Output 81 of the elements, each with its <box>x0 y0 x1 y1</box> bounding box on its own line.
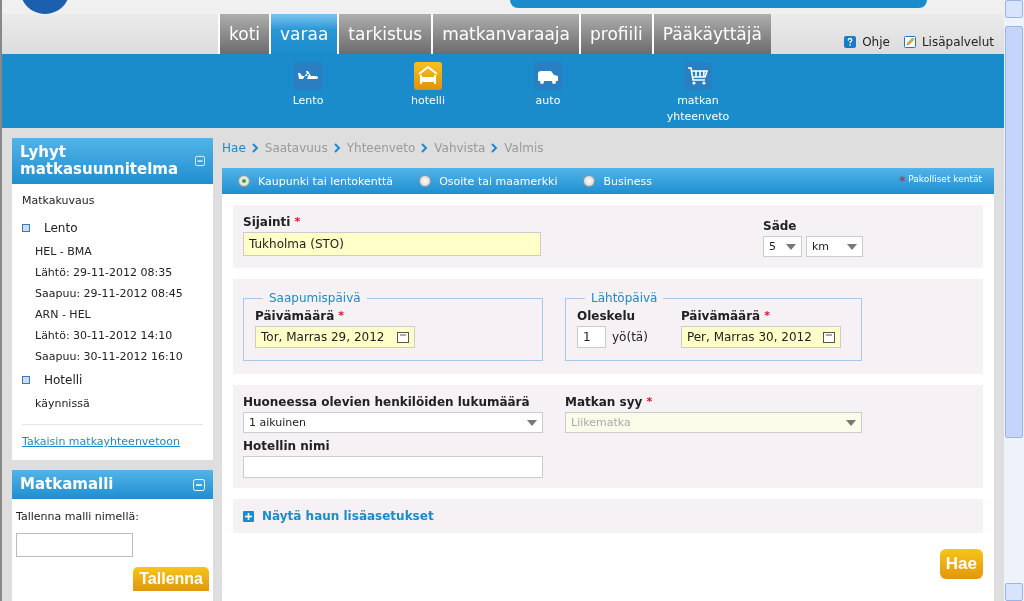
service-link[interactable]: auto <box>508 54 588 128</box>
caret-icon <box>846 419 856 426</box>
guests-select[interactable]: 1 aikuinen <box>243 412 543 433</box>
nav-tab[interactable]: matkanvaraaja <box>431 14 579 54</box>
nav-tab[interactable]: koti <box>218 14 270 54</box>
required-mark: * <box>294 215 301 228</box>
summary-line: Lähtö: 29-11-2012 08:35 <box>34 265 174 281</box>
field-label: Sijainti * <box>243 215 302 229</box>
field-label: Huoneessa olevien henkilöiden lukumäärä <box>243 395 531 409</box>
location-field[interactable]: Tukholma (STO) <box>243 232 541 256</box>
header-link[interactable]: Lisäpalvelut <box>903 35 994 49</box>
group-legend: Saapumispäivä <box>263 291 367 305</box>
collapse-icon[interactable] <box>193 478 205 491</box>
radio-label[interactable]: Osoite tai maamerkki <box>439 174 558 188</box>
collapse-icon[interactable] <box>194 155 205 167</box>
service-link[interactable]: hotelli <box>388 54 468 128</box>
back-link[interactable]: Takaisin matkayhteenvetoon <box>22 435 180 448</box>
summary-line: käynnissä <box>34 396 91 412</box>
field-label: Hotellin nimi <box>243 439 331 453</box>
service-link[interactable]: Lento <box>268 54 348 128</box>
nav-tab[interactable]: tarkistus <box>337 14 432 54</box>
breadcrumb-step: Vahvista <box>434 141 486 155</box>
field-label: Päivämäärä * <box>680 309 771 323</box>
date-field[interactable]: Tor, Marras 29, 2012 <box>255 326 415 348</box>
help-icon <box>844 36 857 48</box>
field-label: Tallenna malli nimellä: <box>16 510 139 523</box>
chevron-icon <box>421 143 429 153</box>
hotel-name-field[interactable] <box>243 456 543 478</box>
pencil-icon <box>903 36 916 48</box>
summary-line: HEL - BMA <box>34 244 93 260</box>
header-link[interactable]: Ohje <box>844 35 890 49</box>
chevron-icon <box>251 143 259 153</box>
required-note: * Pakolliset kentät <box>898 174 982 188</box>
unit-select[interactable]: km <box>806 236 863 257</box>
date-field[interactable]: Per, Marras 30, 2012 <box>680 326 841 348</box>
unit-label: yö(tä) <box>612 330 648 344</box>
field-label: Päivämäärä * <box>255 309 346 323</box>
breadcrumb-step: Yhteenveto <box>346 141 416 155</box>
calendar-icon[interactable] <box>822 331 835 343</box>
summary-line: Lähtö: 30-11-2012 14:10 <box>34 328 174 344</box>
nav-tab[interactable]: Pääkäyttäjä <box>651 14 771 54</box>
summary-heading: Matkakuvaus <box>22 193 96 209</box>
search-button[interactable]: Hae <box>939 549 983 579</box>
bullet-icon <box>22 224 30 232</box>
breadcrumb-step: Valmis <box>504 141 544 155</box>
service-link[interactable]: matkan yhteenveto <box>658 54 738 128</box>
radio-button[interactable] <box>238 175 250 187</box>
bullet-icon <box>22 376 30 384</box>
breadcrumb-step: Saatavuus <box>264 141 328 155</box>
required-mark: * <box>338 309 345 322</box>
section-title: Hotelli <box>44 373 83 387</box>
template-name-field[interactable] <box>16 533 133 557</box>
panel-title: Lyhyt matkasuunnitelma <box>20 144 180 178</box>
field-label: Matkan syy * <box>565 395 654 409</box>
required-mark: * <box>646 395 653 408</box>
radio-button[interactable] <box>419 175 432 187</box>
caret-icon <box>847 243 857 250</box>
chevron-icon <box>491 143 499 153</box>
caret-icon <box>786 243 796 250</box>
field-label: Oleskelu <box>577 309 637 323</box>
nav-tab[interactable]: varaa <box>269 14 338 54</box>
summary-line: Saapuu: 29-11-2012 08:45 <box>34 286 184 302</box>
save-button[interactable]: Tallenna <box>133 567 209 591</box>
section-title: Lento <box>44 221 78 235</box>
summary-line: ARN - HEL <box>34 307 92 323</box>
radius-select[interactable]: 5 <box>763 236 802 257</box>
nights-field[interactable]: 1 <box>577 326 606 348</box>
radio-label[interactable]: Business <box>603 174 652 188</box>
caret-icon <box>527 419 537 426</box>
nav-tab[interactable]: profiili <box>578 14 652 54</box>
breadcrumb-step: Hae <box>222 141 246 155</box>
chevron-icon <box>333 143 341 153</box>
summary-line: Saapuu: 30-11-2012 16:10 <box>34 349 184 365</box>
required-mark: * <box>764 309 770 322</box>
radio-button[interactable] <box>583 175 596 187</box>
calendar-icon[interactable] <box>397 331 409 343</box>
radio-label[interactable]: Kaupunki tai lentokenttä <box>258 174 394 188</box>
field-label: Säde <box>763 219 798 233</box>
scrollbar[interactable] <box>1004 0 1024 601</box>
panel-title: Matkamalli <box>20 476 114 493</box>
group-legend: Lähtöpäivä <box>585 291 664 305</box>
